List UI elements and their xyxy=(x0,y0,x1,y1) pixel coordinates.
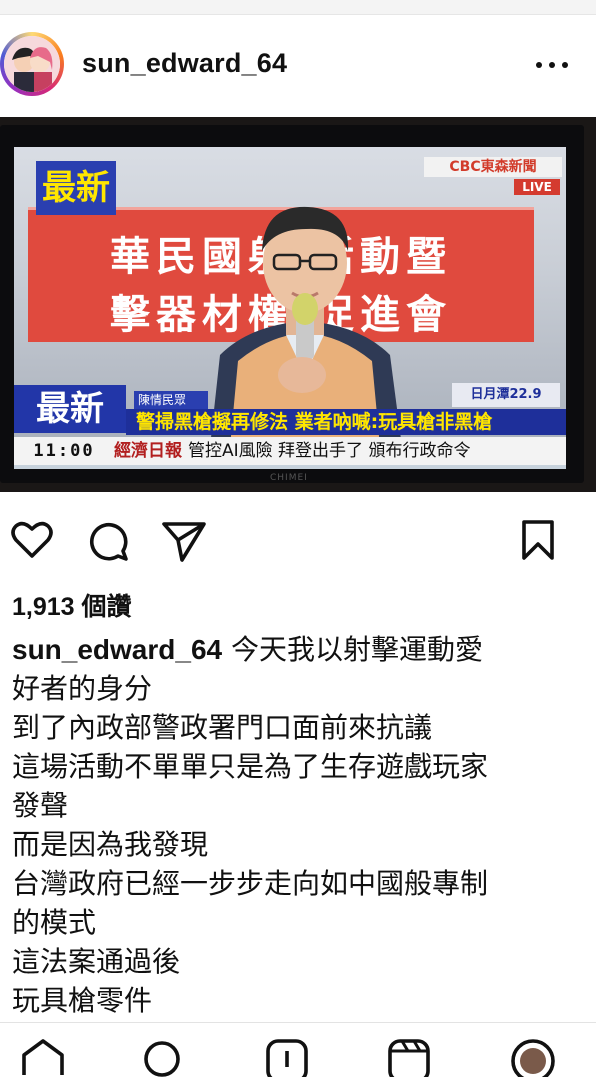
caption-first-line: sun_edward_64 今天我以射擊運動愛 xyxy=(12,630,572,669)
news-headline: 警掃黑槍擬再修法 業者吶喊:玩具槍非黑槍 xyxy=(126,409,566,435)
tv-brand-label: CHIMEI xyxy=(270,473,308,483)
profile-icon xyxy=(511,1039,555,1081)
avatar[interactable] xyxy=(0,32,64,96)
share-button[interactable] xyxy=(160,516,208,564)
status-strip xyxy=(0,0,596,15)
source-tag: 陳情民眾 xyxy=(134,391,208,409)
lower-latest-tag: 最新 xyxy=(14,385,126,433)
caption-line: 這法案通過後 xyxy=(12,945,181,978)
save-button[interactable] xyxy=(514,516,562,564)
heart-icon xyxy=(11,521,53,558)
bookmark-icon xyxy=(522,520,554,560)
nav-profile[interactable] xyxy=(508,1037,558,1081)
tv-screen: 華民國射 活動暨 擊器材權 促進會 最新 CBC東森新聞 LIVE 最新 陳情民… xyxy=(14,147,566,469)
search-icon xyxy=(144,1041,180,1077)
caption-line: 台灣政府已經一步步走向如中國般專制 xyxy=(12,867,489,900)
ticker-text: 管控AI風險 拜登出手了 頒布行政命令 xyxy=(188,441,471,461)
news-ticker: 11:00 經濟日報 管控AI風險 拜登出手了 頒布行政命令 xyxy=(14,437,566,465)
caption-line: 發聲 xyxy=(12,789,69,822)
send-icon xyxy=(162,522,206,562)
caption-username[interactable]: sun_edward_64 xyxy=(12,634,222,665)
caption-line: 好者的身分 xyxy=(12,672,153,705)
nav-home[interactable] xyxy=(18,1037,68,1077)
avatar-image xyxy=(4,36,60,92)
comment-button[interactable] xyxy=(84,516,132,564)
caption-line: 到了內政部警政署門口面前來抗議 xyxy=(12,711,433,744)
post-actions xyxy=(0,510,596,570)
more-dot-icon xyxy=(549,62,555,68)
post-caption: sun_edward_64 今天我以射擊運動愛 好者的身分 到了內政部警政署門口… xyxy=(12,630,572,1020)
more-options-button[interactable] xyxy=(532,56,572,76)
caption-line: 玩具槍零件 xyxy=(12,984,153,1017)
tv-frame: 華民國射 活動暨 擊器材權 促進會 最新 CBC東森新聞 LIVE 最新 陳情民… xyxy=(0,125,584,483)
post-header: sun_edward_64 xyxy=(0,18,596,114)
caption-line: 這場活動不單單只是為了生存遊戲玩家 xyxy=(12,750,489,783)
create-icon xyxy=(266,1039,308,1081)
caption-line: 而是因為我發現 xyxy=(12,828,209,861)
nav-create[interactable] xyxy=(262,1037,312,1081)
more-dot-icon xyxy=(562,62,568,68)
news-headline-text: 警掃黑槍擬再修法 業者吶喊:玩具槍非黑槍 xyxy=(136,411,493,433)
caption-text: 今天我以射擊運動愛 xyxy=(231,633,484,666)
reels-icon xyxy=(388,1039,430,1081)
speaker-figure xyxy=(210,206,402,447)
station-logo: CBC東森新聞 xyxy=(424,157,562,177)
nav-search[interactable] xyxy=(140,1037,190,1077)
nav-reels[interactable] xyxy=(384,1037,434,1081)
caption-line: 的模式 xyxy=(12,906,97,939)
live-badge: LIVE xyxy=(514,179,560,195)
comment-icon xyxy=(89,522,128,561)
ticker-source: 經濟日報 xyxy=(114,441,182,461)
bottom-nav xyxy=(0,1022,596,1081)
latest-tag: 最新 xyxy=(36,161,116,215)
home-icon xyxy=(22,1039,64,1075)
like-count[interactable]: 1,913 個讚 xyxy=(12,587,132,623)
more-dot-icon xyxy=(536,62,542,68)
post-username[interactable]: sun_edward_64 xyxy=(82,48,287,79)
like-button[interactable] xyxy=(8,516,56,564)
post-media[interactable]: 華民國射 活動暨 擊器材權 促進會 最新 CBC東森新聞 LIVE 最新 陳情民… xyxy=(0,117,596,492)
ticker-time: 11:00 xyxy=(33,441,95,461)
weather-box: 日月潭22.9 xyxy=(452,383,560,407)
